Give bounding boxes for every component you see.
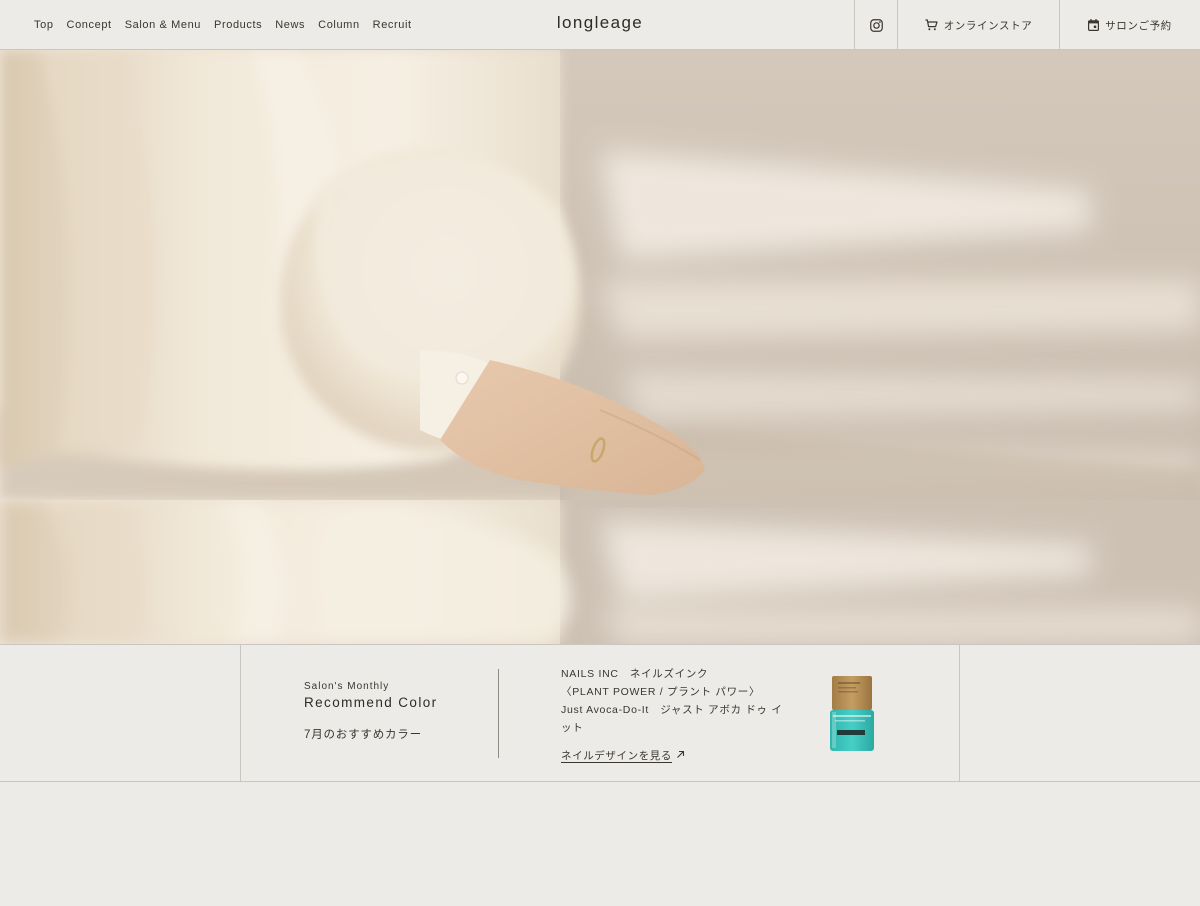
product-brand: NAILS INC ネイルズインク <box>561 668 709 680</box>
instagram-icon <box>869 18 883 32</box>
nav-item-news[interactable]: News <box>275 19 305 31</box>
recommend-eyebrow: Salon's Monthly <box>304 681 390 692</box>
instagram-button[interactable] <box>854 0 897 50</box>
global-nav: Top Concept Salon & Menu Products News C… <box>34 0 412 50</box>
recommend-color-section: Salon's Monthly Recommend Color 7月のおすすめカ… <box>0 644 1200 782</box>
site-logo[interactable]: longleage <box>557 13 643 32</box>
nail-design-link-label: ネイルデザインを見る <box>561 750 672 762</box>
site-header: Top Concept Salon & Menu Products News C… <box>0 0 1200 50</box>
hero-image-secondary <box>0 500 1200 644</box>
nav-item-top[interactable]: Top <box>34 19 54 31</box>
recommend-color-card: Salon's Monthly Recommend Color 7月のおすすめカ… <box>240 645 960 782</box>
hero-visual <box>0 50 1200 644</box>
salon-reserve-button[interactable]: サロンご予約 <box>1059 0 1200 50</box>
recommend-product-info: NAILS INC ネイルズインク 〈PLANT POWER / プラント パワ… <box>561 665 791 737</box>
nav-item-products[interactable]: Products <box>214 19 262 31</box>
product-color-name: Just Avoca-Do-It ジャスト アボカ ドゥ イット <box>561 704 783 734</box>
nav-item-concept[interactable]: Concept <box>67 19 112 31</box>
hero-image-main <box>0 50 1200 500</box>
recommend-month-label: 7月のおすすめカラー <box>304 729 422 741</box>
product-collection: 〈PLANT POWER / プラント パワー〉 <box>561 686 761 698</box>
cart-icon <box>925 19 938 31</box>
online-store-label: オンラインストア <box>943 19 1033 32</box>
nail-design-link[interactable]: ネイルデザインを見る <box>561 748 685 763</box>
arrow-up-right-icon <box>676 750 685 762</box>
online-store-button[interactable]: オンラインストア <box>897 0 1059 50</box>
nav-item-column[interactable]: Column <box>318 19 360 31</box>
calendar-icon <box>1088 19 1100 31</box>
nav-item-salon-menu[interactable]: Salon & Menu <box>125 19 201 31</box>
salon-reserve-label: サロンご予約 <box>1105 19 1172 32</box>
recommend-title: Recommend Color <box>304 695 438 710</box>
nav-item-recruit[interactable]: Recruit <box>373 19 412 31</box>
nail-polish-bottle-image <box>829 675 875 753</box>
recommend-divider <box>498 669 499 758</box>
